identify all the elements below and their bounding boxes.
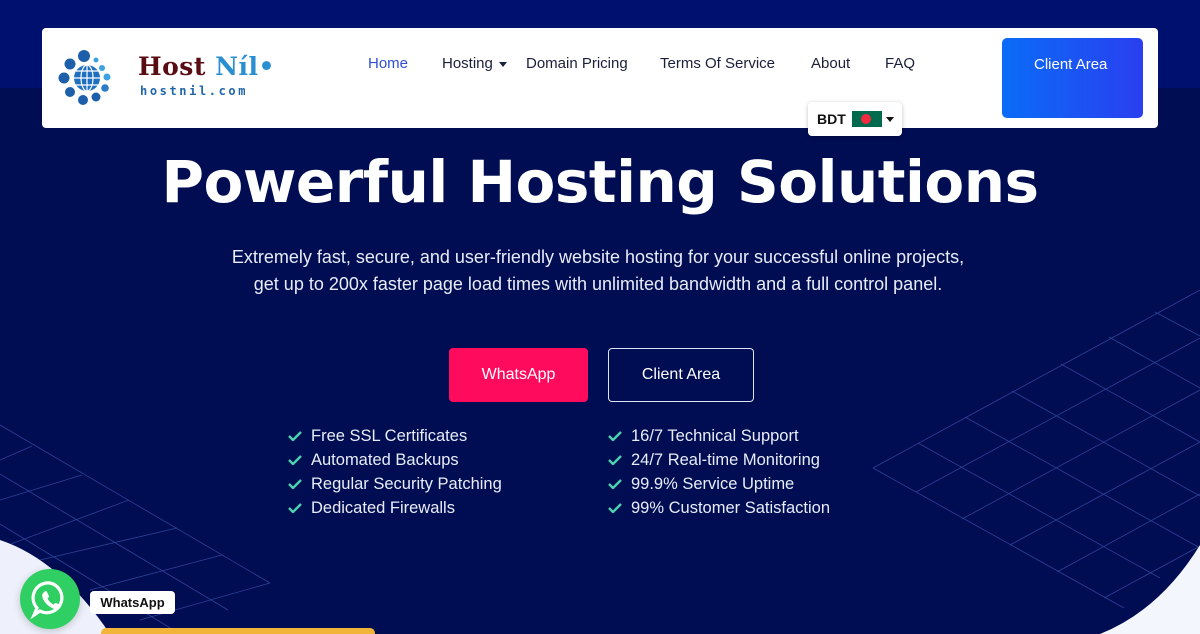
feature-item: 16/7 Technical Support (608, 424, 830, 448)
feature-item: 99.9% Service Uptime (608, 472, 830, 496)
hero-client-area-button[interactable]: Client Area (608, 348, 754, 402)
nav-terms-of-service[interactable]: Terms Of Service (660, 55, 775, 72)
hero-subtitle: Extremely fast, secure, and user-friendl… (200, 244, 996, 298)
logo-wordmark: Host Níl• (138, 52, 275, 81)
nav-home[interactable]: Home (368, 55, 408, 72)
check-icon (288, 455, 302, 465)
globe-logo-icon (58, 50, 111, 105)
content-card-edge (101, 628, 375, 634)
check-icon (288, 479, 302, 489)
bangladesh-flag-icon (851, 111, 882, 127)
hero-title: Powerful Hosting Solutions (161, 148, 1039, 216)
check-icon (608, 503, 622, 513)
features-right: 16/7 Technical Support 24/7 Real-time Mo… (608, 424, 830, 520)
feature-item: 24/7 Real-time Monitoring (608, 448, 830, 472)
logo-domain: hostnil.com (140, 84, 249, 98)
nav-about[interactable]: About (811, 55, 850, 72)
nav-hosting[interactable]: Hosting (442, 55, 507, 72)
feature-item: Dedicated Firewalls (288, 496, 502, 520)
whatsapp-float-button[interactable] (20, 569, 80, 629)
nav-faq[interactable]: FAQ (885, 55, 915, 72)
check-icon (608, 455, 622, 465)
feature-item: 99% Customer Satisfaction (608, 496, 830, 520)
hero-subtitle-line-1: Extremely fast, secure, and user-friendl… (231, 247, 965, 267)
chevron-down-icon (498, 61, 507, 67)
client-area-button[interactable]: Client Area (1002, 38, 1143, 118)
check-icon (288, 431, 302, 441)
currency-label: BDT (817, 111, 846, 127)
feature-item: Automated Backups (288, 448, 502, 472)
feature-item: Free SSL Certificates (288, 424, 502, 448)
chevron-down-icon (885, 116, 894, 122)
check-icon (288, 503, 302, 513)
nav-hosting-label: Hosting (442, 55, 493, 72)
site-header: Host Níl• hostnil.com Home Hosting Domai… (42, 28, 1158, 136)
features-left: Free SSL Certificates Automated Backups … (288, 424, 502, 520)
whatsapp-icon (30, 581, 64, 620)
hero-subtitle-line-2: get up to 200x faster page load times wi… (253, 274, 943, 294)
whatsapp-button[interactable]: WhatsApp (449, 348, 588, 402)
feature-item: Regular Security Patching (288, 472, 502, 496)
nav-domain-pricing[interactable]: Domain Pricing (526, 55, 628, 72)
check-icon (608, 479, 622, 489)
currency-selector[interactable]: BDT (808, 102, 902, 136)
whatsapp-tooltip: WhatsApp (90, 591, 175, 614)
check-icon (608, 431, 622, 441)
logo[interactable]: Host Níl• hostnil.com (58, 50, 274, 106)
